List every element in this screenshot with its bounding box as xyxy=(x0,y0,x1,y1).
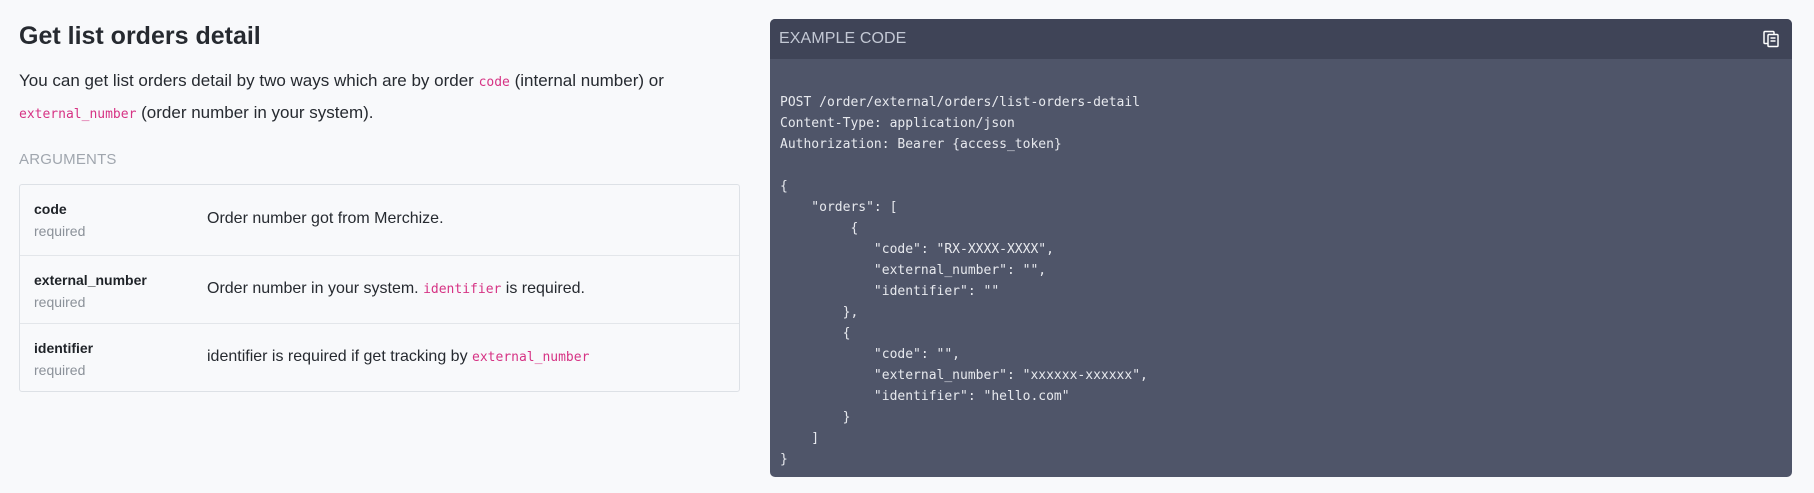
example-code-panel: EXAMPLE CODE POST /order/external/orders… xyxy=(770,19,1792,477)
example-code-body[interactable]: POST /order/external/orders/list-orders-… xyxy=(770,59,1792,470)
argument-name-cell: code required xyxy=(20,185,196,255)
intro-code-code: code xyxy=(478,75,510,90)
argument-description: Order number in your system. identifier … xyxy=(196,256,739,323)
intro-text-1: You can get list orders detail by two wa… xyxy=(19,71,479,90)
argument-desc-text: Order number in your system. xyxy=(207,279,424,297)
argument-name: code xyxy=(34,201,67,217)
intro-code-external-number: external_number xyxy=(19,107,137,122)
argument-required: required xyxy=(34,223,86,239)
argument-row-code: code required Order number got from Merc… xyxy=(20,185,739,255)
argument-description: identifier is required if get tracking b… xyxy=(196,324,739,391)
intro-text-3: (order number in your system). xyxy=(136,103,374,122)
example-code-title: EXAMPLE CODE xyxy=(779,30,907,47)
argument-name: identifier xyxy=(34,340,94,356)
argument-desc-text: identifier is required if get tracking b… xyxy=(207,347,473,365)
section-title: Get list orders detail xyxy=(19,22,261,50)
argument-name: external_number xyxy=(34,272,147,288)
example-code-header: EXAMPLE CODE xyxy=(770,19,1792,59)
intro-text-2: (internal number) or xyxy=(509,71,664,90)
argument-required: required xyxy=(34,294,86,310)
argument-description: Order number got from Merchize. xyxy=(196,185,739,255)
argument-row-identifier: identifier required identifier is requir… xyxy=(20,323,739,391)
argument-name-cell: external_number required xyxy=(20,256,196,323)
copy-icon[interactable] xyxy=(1759,27,1783,51)
section-intro: You can get list orders detail by two wa… xyxy=(19,66,740,130)
argument-desc-code: identifier xyxy=(423,281,502,297)
argument-desc-after: is required. xyxy=(501,279,585,297)
copy-icon-graphic xyxy=(1763,30,1779,48)
argument-desc-text: Order number got from Merchize. xyxy=(207,210,444,227)
arguments-heading: ARGUMENTS xyxy=(19,151,117,168)
argument-row-external-number: external_number required Order number in… xyxy=(20,255,739,323)
argument-desc-code: external_number xyxy=(472,349,590,365)
argument-name-cell: identifier required xyxy=(20,324,196,391)
arguments-table: code required Order number got from Merc… xyxy=(19,184,740,392)
argument-required: required xyxy=(34,362,86,378)
doc-section: Get list orders detail You can get list … xyxy=(19,18,740,392)
